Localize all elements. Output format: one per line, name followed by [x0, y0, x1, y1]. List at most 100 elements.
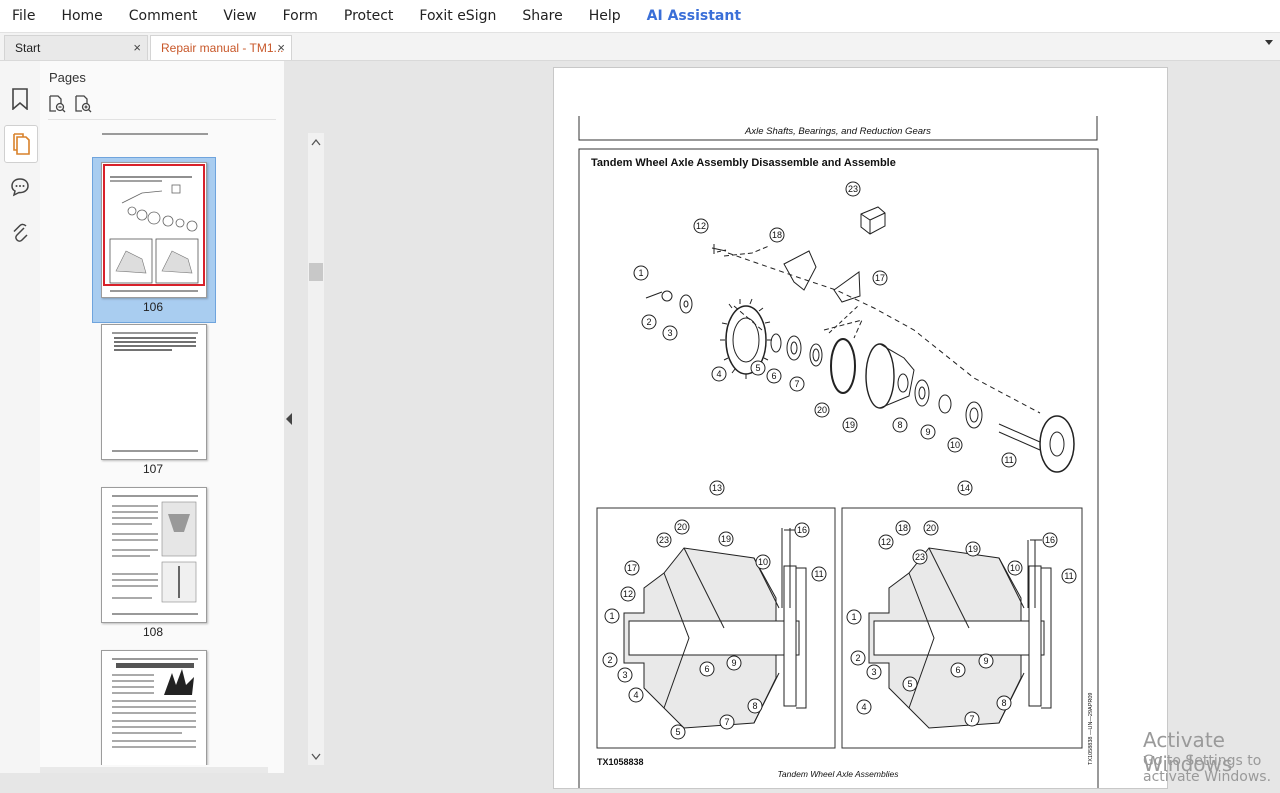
svg-text:8: 8: [897, 420, 902, 430]
svg-text:23: 23: [659, 535, 669, 545]
pages-icon: [13, 133, 30, 155]
svg-text:6: 6: [771, 371, 776, 381]
callout-4: 4: [711, 366, 727, 382]
menu-bar: File Home Comment View Form Protect Foxi…: [0, 0, 1280, 33]
svg-text:23: 23: [848, 184, 858, 194]
svg-text:10: 10: [1010, 563, 1020, 573]
svg-text:6: 6: [955, 665, 960, 675]
svg-text:16: 16: [1045, 535, 1055, 545]
callout-6: 6: [766, 368, 782, 384]
thumbnail-page-107[interactable]: [101, 324, 207, 460]
callout-17: 17: [872, 270, 888, 286]
menu-comment[interactable]: Comment: [117, 8, 212, 24]
scroll-down-icon[interactable]: [311, 753, 321, 761]
pages-panel-title: Pages: [49, 70, 86, 85]
callout-1: 1: [633, 265, 649, 281]
svg-text:3: 3: [667, 328, 672, 338]
svg-text:5: 5: [675, 727, 680, 737]
menu-ai-assistant[interactable]: AI Assistant: [635, 8, 755, 24]
svg-text:14: 14: [960, 483, 970, 493]
callout-7: 7: [789, 376, 805, 392]
comments-button[interactable]: [4, 169, 36, 205]
callout-18: 18: [769, 227, 785, 243]
svg-text:1: 1: [609, 611, 614, 621]
thumbnails-scrollbar[interactable]: [308, 133, 324, 765]
activation-watermark-subtitle: Go to Settings to activate Windows.: [1143, 753, 1272, 785]
close-icon[interactable]: ×: [277, 40, 285, 55]
svg-text:20: 20: [817, 405, 827, 415]
menu-file[interactable]: File: [0, 8, 49, 24]
callout-12: 12: [693, 218, 709, 234]
svg-text:4: 4: [716, 369, 721, 379]
svg-text:4: 4: [861, 702, 866, 712]
document-page: Axle Shafts, Bearings, and Reduction Gea…: [553, 67, 1168, 793]
menu-help[interactable]: Help: [577, 8, 635, 24]
svg-text:23: 23: [915, 552, 925, 562]
page-thumbnails: 106 107 108: [40, 131, 268, 765]
svg-text:10: 10: [950, 440, 960, 450]
svg-text:18: 18: [898, 523, 908, 533]
svg-text:8: 8: [752, 701, 757, 711]
exploded-view-diagram: [645, 206, 1075, 473]
callout-8: 8: [892, 417, 908, 433]
close-icon[interactable]: ×: [133, 40, 141, 55]
svg-text:7: 7: [724, 717, 729, 727]
svg-text:7: 7: [969, 714, 974, 724]
chevron-down-icon[interactable]: [1264, 39, 1274, 47]
callout-11: 11: [1001, 452, 1017, 468]
svg-text:3: 3: [871, 667, 876, 677]
tab-repair-manual[interactable]: Repair manual - TM1... ×: [150, 35, 292, 60]
menu-home[interactable]: Home: [49, 8, 116, 24]
previous-page-edge: [102, 133, 208, 135]
thumbnail-image-106: [101, 162, 207, 298]
collapse-panel-icon[interactable]: [286, 413, 292, 425]
thumbnail-label-106: 106: [142, 300, 164, 314]
scroll-up-icon[interactable]: [311, 138, 321, 146]
svg-text:3: 3: [622, 670, 627, 680]
menu-view[interactable]: View: [211, 8, 270, 24]
svg-text:12: 12: [881, 537, 891, 547]
menu-protect[interactable]: Protect: [332, 8, 408, 24]
figure-id: TX1058838: [597, 757, 644, 767]
svg-text:10: 10: [758, 557, 768, 567]
svg-text:12: 12: [623, 589, 633, 599]
attachments-button[interactable]: [4, 215, 36, 251]
page-content: Axle Shafts, Bearings, and Reduction Gea…: [578, 116, 1099, 793]
thumbnail-page-109[interactable]: [101, 650, 207, 765]
menu-share[interactable]: Share: [510, 8, 576, 24]
svg-text:11: 11: [1064, 571, 1073, 581]
svg-text:19: 19: [845, 420, 855, 430]
callout-5: 5: [750, 360, 766, 376]
svg-text:12: 12: [696, 221, 706, 231]
svg-text:9: 9: [983, 656, 988, 666]
thumbnail-label-107: 107: [142, 462, 164, 476]
svg-text:19: 19: [721, 534, 731, 544]
callouts-exploded: 23 12 18 17 1 2 3 4 5 6 7 20 19 8 9 10 1…: [633, 181, 1017, 496]
page-zoom-out-icon[interactable]: [48, 95, 66, 113]
paperclip-icon: [13, 223, 28, 242]
svg-text:4: 4: [633, 690, 638, 700]
thumbnails-horizontal-scrollbar[interactable]: [40, 767, 268, 773]
callout-9: 9: [920, 424, 936, 440]
svg-text:16: 16: [797, 525, 807, 535]
svg-text:1: 1: [638, 268, 643, 278]
thumbnail-page-108[interactable]: [101, 487, 207, 623]
panel-divider: [48, 119, 276, 120]
menu-form[interactable]: Form: [271, 8, 332, 24]
svg-text:20: 20: [926, 523, 936, 533]
svg-text:17: 17: [875, 273, 885, 283]
bookmarks-button[interactable]: [4, 81, 36, 117]
tab-start[interactable]: Start ×: [4, 35, 148, 60]
page-zoom-in-icon[interactable]: [74, 95, 92, 113]
menu-foxit-esign[interactable]: Foxit eSign: [407, 8, 510, 24]
svg-text:1: 1: [851, 612, 856, 622]
pages-button[interactable]: [4, 125, 38, 163]
svg-text:2: 2: [646, 317, 651, 327]
figure-side-code: TX1058838 —UN—29APR09: [1088, 693, 1094, 765]
callout-14: 14: [957, 480, 973, 496]
svg-text:5: 5: [755, 363, 760, 373]
svg-text:2: 2: [607, 655, 612, 665]
scrollbar-thumb[interactable]: [309, 263, 323, 281]
callout-23: 23: [845, 181, 861, 197]
section-title: Tandem Wheel Axle Assembly Disassemble a…: [591, 157, 896, 169]
